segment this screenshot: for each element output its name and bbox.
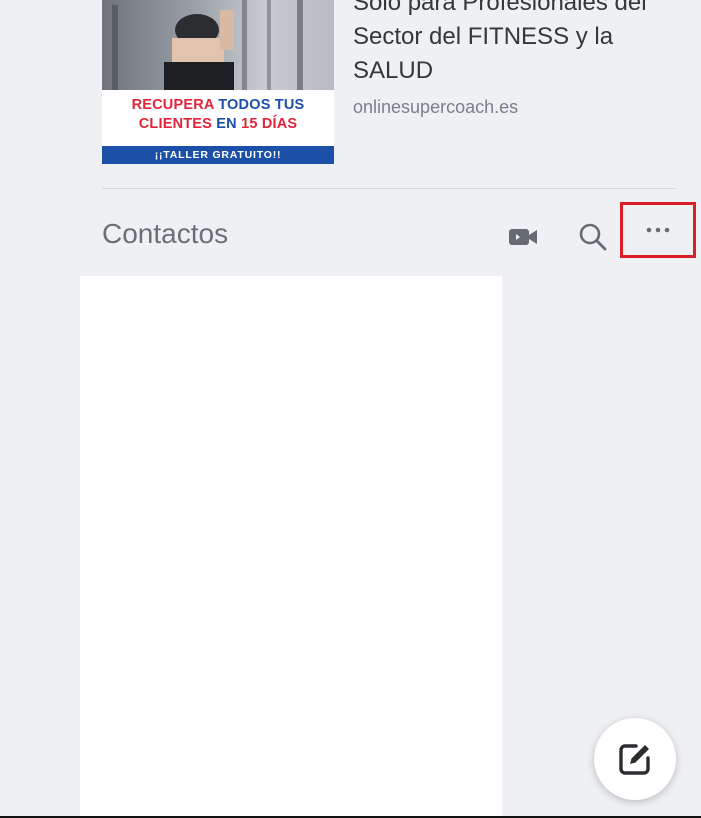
ad-headline-line: SALUD bbox=[353, 57, 434, 84]
ad-headline[interactable]: Solo para Profesionales del Sector del F… bbox=[353, 0, 693, 88]
ad-headline-line: Sector del FITNESS y la bbox=[353, 23, 614, 50]
messenger-sidebar: RECUPERA TODOS TUS CLIENTES EN 15 DÍAS ¡… bbox=[0, 0, 701, 818]
ad-banner-word: CLIENTES bbox=[138, 116, 213, 132]
ad-banner-text: RECUPERA TODOS TUS CLIENTES EN 15 DÍAS bbox=[102, 90, 334, 146]
ad-banner-strip: ¡¡TALLER GRATUITO!! bbox=[102, 146, 334, 164]
search-contacts-button[interactable] bbox=[574, 218, 612, 256]
compose-edit-icon bbox=[619, 744, 650, 775]
ad-url[interactable]: onlinesupercoach.es bbox=[353, 97, 693, 118]
more-options-button[interactable] bbox=[620, 202, 696, 258]
video-camera-icon bbox=[509, 229, 537, 245]
contacts-title: Contactos bbox=[102, 218, 229, 249]
divider bbox=[102, 188, 676, 189]
more-options-icon bbox=[646, 227, 670, 233]
ad-banner-word: 15 DÍAS bbox=[241, 116, 298, 132]
ad-text-block[interactable]: Solo para Profesionales del Sector del F… bbox=[353, 0, 693, 118]
ad-banner-word: TODOS TUS bbox=[218, 97, 305, 113]
new-room-button[interactable] bbox=[504, 220, 542, 254]
sponsored-ad[interactable]: RECUPERA TODOS TUS CLIENTES EN 15 DÍAS ¡… bbox=[0, 0, 701, 180]
ad-image[interactable]: RECUPERA TODOS TUS CLIENTES EN 15 DÍAS ¡… bbox=[102, 0, 334, 164]
ad-banner-word: EN bbox=[216, 116, 237, 132]
ad-headline-line: Solo para Profesionales del bbox=[353, 0, 647, 16]
new-message-button[interactable] bbox=[594, 718, 676, 800]
ad-banner-word: RECUPERA bbox=[131, 97, 215, 113]
ad-photo bbox=[102, 0, 334, 90]
search-icon bbox=[579, 223, 607, 251]
contacts-list bbox=[80, 276, 502, 816]
